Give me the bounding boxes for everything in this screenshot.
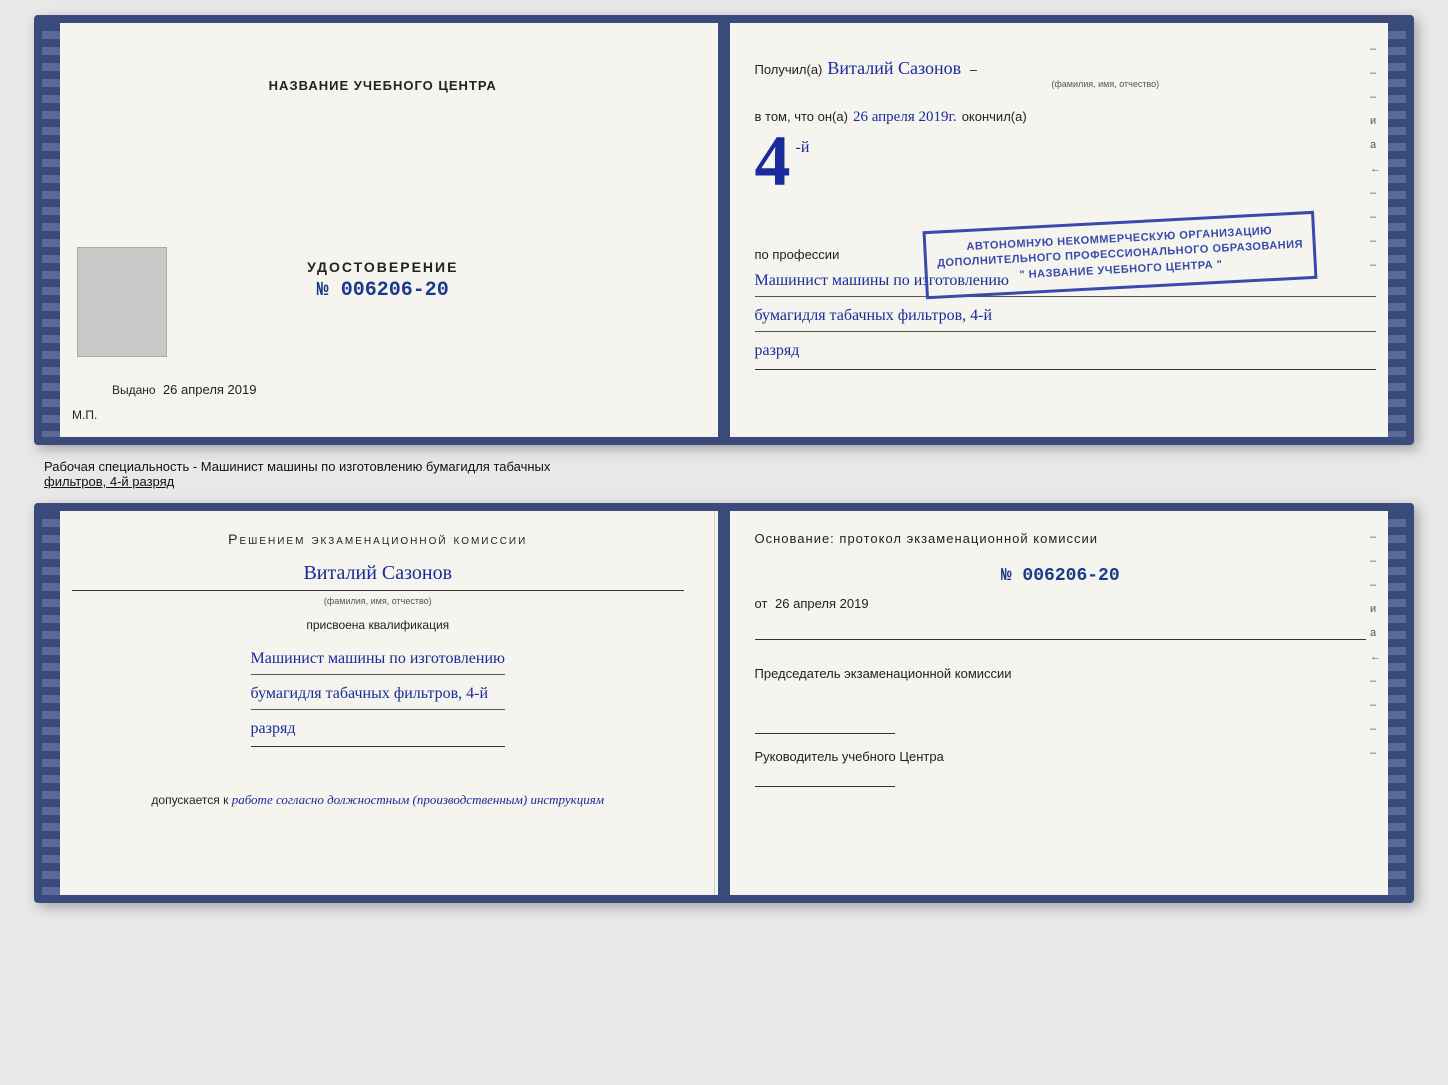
training-center-title: НАЗВАНИЕ УЧЕБНОГО ЦЕНТРА — [72, 78, 694, 93]
vtom-row: в том, что он(а) 26 апреля 2019г. окончи… — [755, 109, 1377, 126]
issued-prefix: Выдано — [112, 383, 156, 397]
top-right-page: Получил(а) Виталий Сазонов – (фамилия, и… — [725, 23, 1407, 437]
dash-separator: – — [966, 62, 977, 77]
recipient-name: Виталий Сазонов — [827, 58, 961, 79]
assigned-label: присвоена квалификация — [306, 618, 449, 632]
info-text-underline: фильтров, 4-й разряд — [44, 474, 174, 489]
vtom-date: 26 апреля 2019г. — [853, 109, 957, 126]
profession-underline — [755, 369, 1377, 370]
mp-label: М.П. — [72, 408, 97, 422]
person-caption: (фамилия, имя, отчество) — [324, 596, 432, 606]
bottom-right-page: Основание: протокол экзаменационной коми… — [715, 511, 1407, 895]
rukovoditel-label: Руководитель учебного Центра — [755, 748, 1367, 766]
photo-placeholder — [77, 247, 167, 357]
osnovanye-label: Основание: протокол экзаменационной коми… — [755, 531, 1367, 546]
person-name: Виталий Сазонов — [303, 562, 452, 584]
recipient-prefix: Получил(а) — [755, 62, 823, 77]
bottom-certificate-book: Решением экзаменационной комиссии Витали… — [34, 503, 1414, 903]
komissia-title: Решением экзаменационной комиссии — [228, 531, 527, 547]
issued-date: 26 апреля 2019 — [163, 382, 257, 397]
ot-date-row: от 26 апреля 2019 — [755, 596, 1367, 611]
bottom-left-page: Решением экзаменационной комиссии Витали… — [42, 511, 715, 895]
dopuskaetsya-row: допускается к работе согласно должностны… — [151, 792, 604, 808]
recipient-caption: (фамилия, имя, отчество) — [835, 79, 1377, 89]
person-name-underline — [72, 590, 684, 591]
top-certificate-book: НАЗВАНИЕ УЧЕБНОГО ЦЕНТРА УДОСТОВЕРЕНИЕ №… — [34, 15, 1414, 445]
predsedatel-label: Председатель экзаменационной комиссии — [755, 665, 1367, 683]
cert-label: УДОСТОВЕРЕНИЕ — [307, 259, 458, 275]
separator-line — [755, 639, 1367, 640]
bottom-right-decorative-strip — [1388, 511, 1406, 895]
qualification-line1: Машинист машины по изготовлению — [251, 645, 505, 675]
dopuskaetsya-prefix: допускается к — [151, 793, 228, 807]
dopuskaetsya-text: работе согласно должностным (производств… — [232, 792, 604, 807]
info-text-prefix: Рабочая специальность - Машинист машины … — [44, 459, 550, 474]
issued-date-row: Выдано 26 апреля 2019 — [112, 382, 256, 397]
profession-line2: бумагидля табачных фильтров, 4-й — [755, 302, 1377, 332]
big-number-4: 4 — [755, 131, 791, 192]
qualification-line2: бумагидля табачных фильтров, 4-й — [251, 680, 505, 710]
right-decorative-strip — [1388, 23, 1406, 437]
okончил-label: окончил(а) — [962, 109, 1027, 124]
top-left-page: НАЗВАНИЕ УЧЕБНОГО ЦЕНТРА УДОСТОВЕРЕНИЕ №… — [42, 23, 725, 437]
info-strip: Рабочая специальность - Машинист машины … — [34, 455, 1414, 493]
ot-date: 26 апреля 2019 — [775, 596, 869, 611]
qualification-line3: разряд — [251, 715, 505, 744]
й-suffix: -й — [796, 139, 810, 157]
rukovoditel-signature-line — [755, 786, 895, 787]
right-side-decorations: – – – и а ← – – – – — [1370, 43, 1381, 271]
profession-line3: разряд — [755, 337, 1377, 366]
ot-prefix: от — [755, 596, 768, 611]
protocol-number: № 006206-20 — [755, 566, 1367, 586]
qualification-underline — [251, 746, 505, 747]
bottom-right-side-decorations: – – – и а ← – – – – — [1370, 531, 1381, 759]
recipient-row: Получил(а) Виталий Сазонов – — [755, 58, 1377, 79]
cert-number: № 006206-20 — [317, 279, 449, 302]
predsedatel-signature-line — [755, 733, 895, 734]
